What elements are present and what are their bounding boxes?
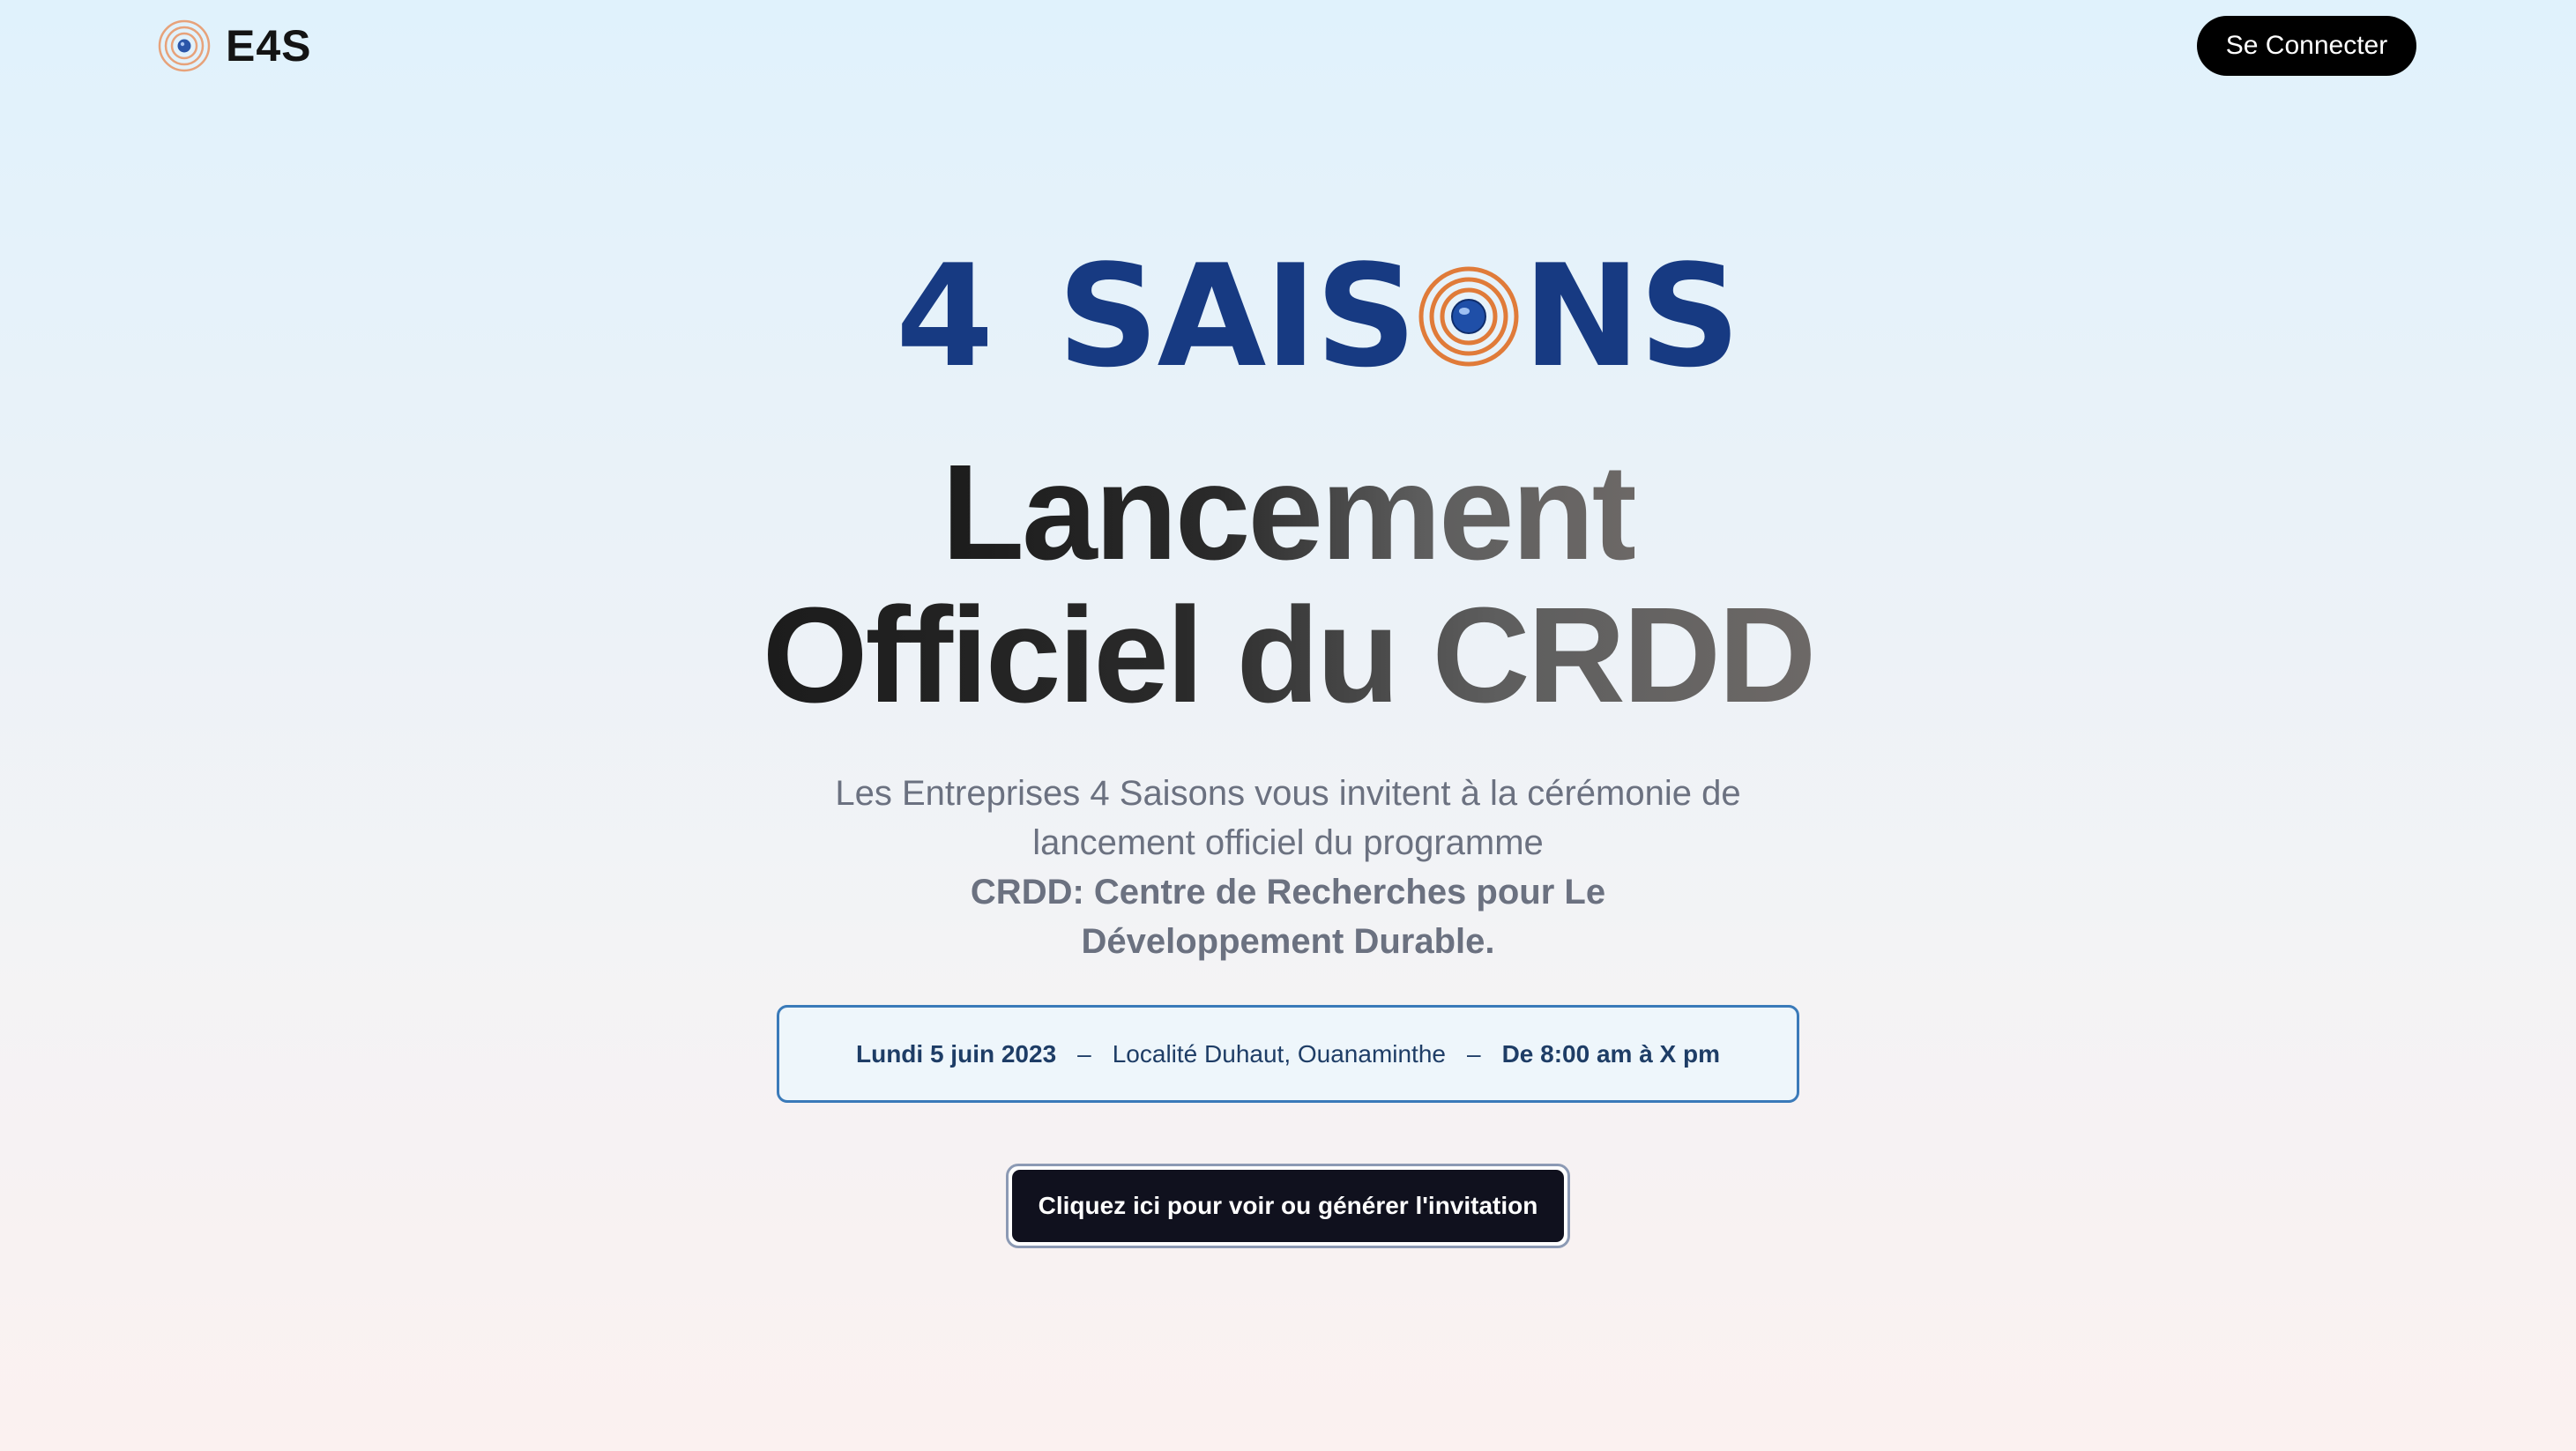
info-separator: – bbox=[1077, 1039, 1091, 1068]
invite-button[interactable]: Cliquez ici pour voir ou générer l'invit… bbox=[1012, 1170, 1564, 1242]
brand-name: E4S bbox=[226, 21, 312, 71]
page-title-line2: Officiel du CRDD bbox=[762, 579, 1817, 731]
logo-number: 4 bbox=[896, 234, 994, 398]
logo-word-start: SAIS bbox=[1057, 234, 1417, 398]
page-title: Lancement Officiel du CRDD bbox=[0, 441, 2576, 726]
page-title-line1: Lancement bbox=[941, 436, 1637, 588]
header-brand[interactable]: E4S bbox=[157, 18, 312, 74]
event-time: De 8:00 am à X pm bbox=[1501, 1039, 1721, 1068]
description-program: CRDD: Centre de Recherches pour Le Dével… bbox=[970, 873, 1606, 961]
event-logo: 4 SAIS NS bbox=[896, 246, 1740, 387]
spiral-eye-icon bbox=[157, 19, 212, 73]
info-separator: – bbox=[1466, 1039, 1481, 1068]
description-text: Les Entreprises 4 Saisons vous invitent … bbox=[835, 774, 1741, 862]
login-button[interactable]: Se Connecter bbox=[2197, 16, 2416, 76]
logo-word-end: NS bbox=[1523, 234, 1740, 398]
event-description: Les Entreprises 4 Saisons vous invitent … bbox=[759, 769, 1817, 966]
spiral-eye-icon bbox=[1415, 264, 1523, 368]
event-location: Localité Duhaut, Ouanaminthe bbox=[1112, 1039, 1446, 1068]
invite-button-focus-ring: Cliquez ici pour voir ou générer l'invit… bbox=[1006, 1164, 1570, 1248]
event-date: Lundi 5 juin 2023 bbox=[855, 1039, 1057, 1068]
event-info-box: Lundi 5 juin 2023 – Localité Duhaut, Oua… bbox=[777, 1005, 1799, 1103]
